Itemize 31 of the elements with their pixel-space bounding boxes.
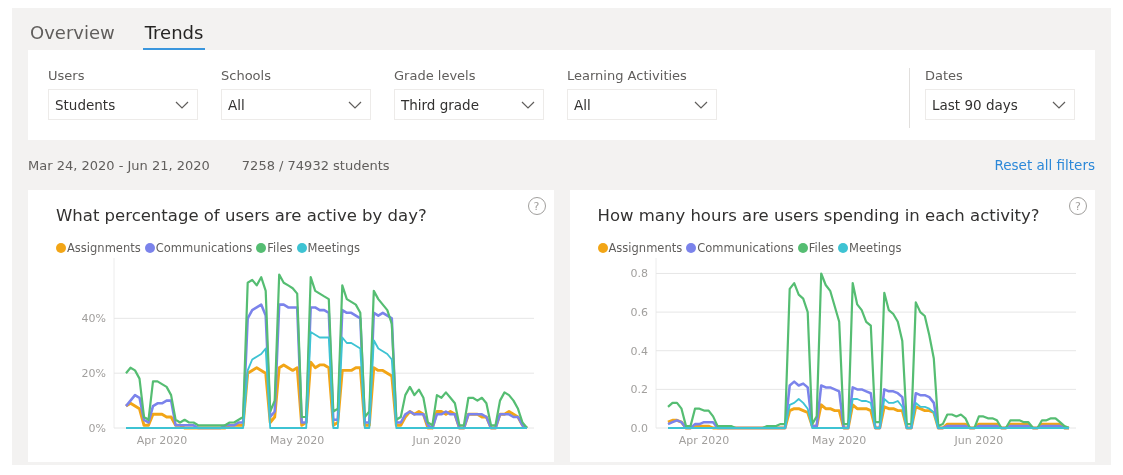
x-axis-label: Jun 2020 [412,434,462,446]
x-axis-label: Apr 2020 [678,434,729,446]
legend-label: Meetings [849,241,902,255]
date-range: Mar 24, 2020 - Jun 21, 2020 [28,157,210,173]
legend-label: Communications [697,241,794,255]
y-axis-label: 0.2 [630,383,648,397]
y-axis-label: 40% [81,312,106,326]
x-axis-label: May 2020 [811,434,866,446]
filter-label: Schools [221,68,272,83]
y-axis-label: 0% [88,422,106,435]
legend-label: Files [267,241,293,255]
filter-label: Learning Activities [567,68,688,83]
legend-label: Communications [155,241,253,255]
y-axis-label: 0.0 [630,422,648,435]
legend-label: Files [808,241,835,255]
x-axis-label: May 2020 [270,434,325,446]
y-axis-label: 0.8 [630,267,648,281]
y-axis-label: 0.6 [630,306,648,320]
student-count: 7258 / 74932 students [241,157,390,173]
chart-title: How many hours are users spending in each activity? [597,206,1041,225]
y-axis-label: 0.4 [630,344,648,358]
legend-label: Meetings [307,241,360,255]
legend-label: Assignments [608,241,683,255]
x-axis-label: Jun 2020 [954,434,1003,446]
y-axis-label: 20% [81,367,106,381]
legend-label: Assignments [67,241,141,255]
filter-label: Dates [925,68,964,83]
x-axis-label: Apr 2020 [136,434,188,446]
chart-title: What percentage of users are active by day? [56,206,428,225]
filter-label: Grade levels [394,68,477,83]
filter-label: Users [48,68,86,83]
